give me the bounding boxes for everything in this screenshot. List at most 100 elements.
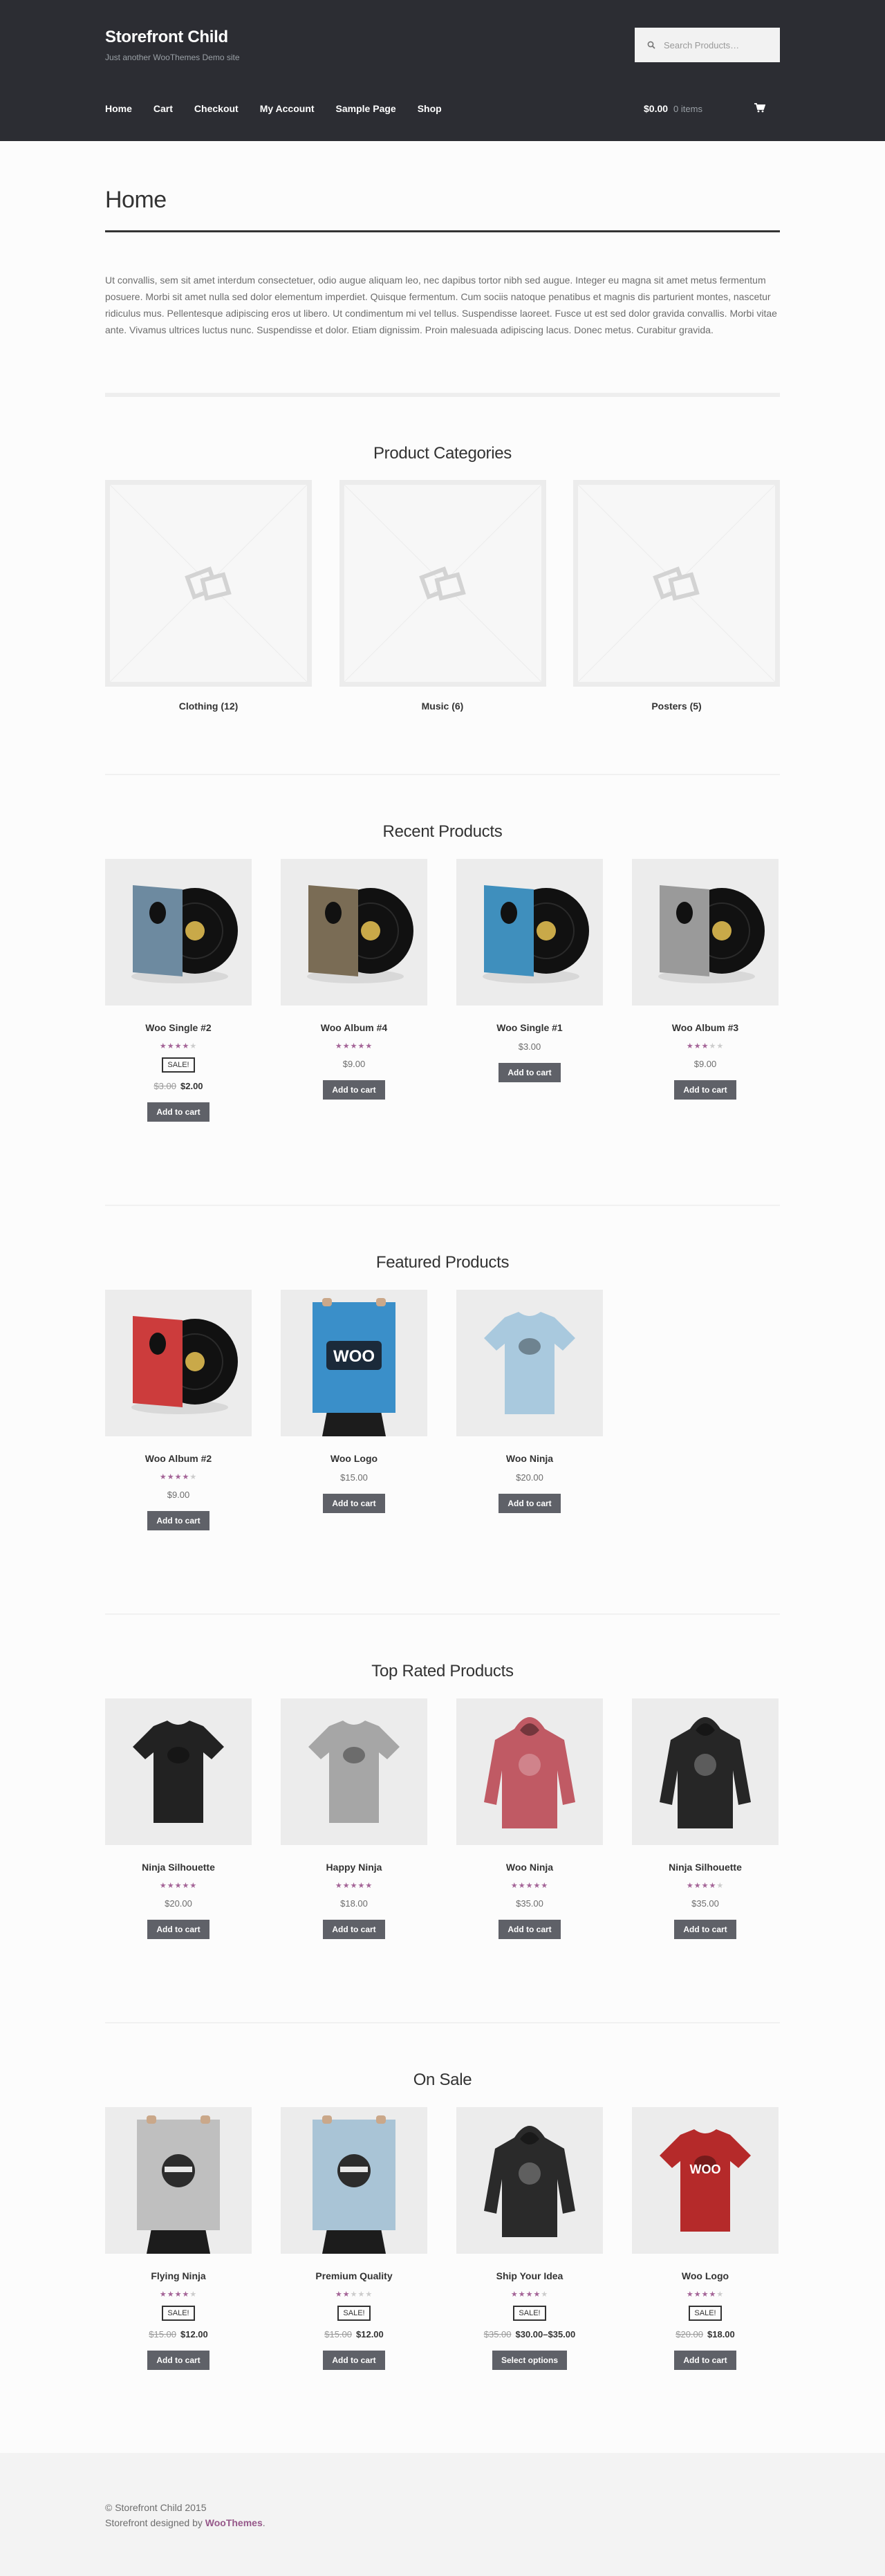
add-to-cart-button[interactable]: Add to cart bbox=[499, 1494, 561, 1513]
product-name[interactable]: Ninja Silhouette bbox=[632, 1862, 779, 1873]
cart-count[interactable]: 0 items bbox=[673, 104, 702, 114]
placeholder-image-icon bbox=[578, 485, 775, 682]
add-to-cart-button[interactable]: Add to cart bbox=[147, 1511, 209, 1530]
add-to-cart-button[interactable]: Add to cart bbox=[323, 2351, 385, 2370]
select-options-button[interactable]: Select options bbox=[492, 2351, 567, 2370]
nav-item-cart[interactable]: Cart bbox=[153, 103, 173, 114]
category-posters[interactable]: Posters (5) bbox=[573, 480, 780, 712]
add-to-cart-button[interactable]: Add to cart bbox=[499, 1063, 561, 1082]
star-icon: ★ bbox=[167, 1042, 175, 1050]
star-icon: ★ bbox=[357, 1882, 366, 1890]
product-image[interactable] bbox=[281, 2107, 427, 2254]
product-image[interactable] bbox=[632, 859, 779, 1006]
current-price: $15.00 bbox=[340, 1472, 368, 1483]
star-rating: ★★★★★ bbox=[105, 1472, 252, 1481]
star-icon: ★ bbox=[533, 2290, 541, 2299]
product-image[interactable] bbox=[456, 1698, 603, 1845]
nav-item-my-account[interactable]: My Account bbox=[260, 103, 315, 114]
footer-designer-link[interactable]: WooThemes bbox=[205, 2517, 263, 2528]
current-price: $20.00 bbox=[165, 1898, 192, 1909]
product-card: Ninja Silhouette ★★★★★ $35.00 Add to cart bbox=[632, 1698, 779, 1939]
product-name[interactable]: Woo Album #2 bbox=[105, 1453, 252, 1464]
product-name[interactable]: Happy Ninja bbox=[281, 1862, 427, 1873]
cart-icon[interactable] bbox=[754, 103, 765, 113]
product-name[interactable]: Woo Logo bbox=[281, 1453, 427, 1464]
add-to-cart-button[interactable]: Add to cart bbox=[323, 1920, 385, 1939]
nav-item-sample-page[interactable]: Sample Page bbox=[336, 103, 396, 114]
add-to-cart-button[interactable]: Add to cart bbox=[323, 1080, 385, 1100]
category-name[interactable]: Clothing (12) bbox=[105, 701, 312, 712]
product-price: $35.00 bbox=[632, 1898, 779, 1909]
star-icon: ★ bbox=[686, 1042, 694, 1050]
product-image[interactable] bbox=[456, 859, 603, 1006]
star-icon: ★ bbox=[167, 1882, 175, 1890]
poster-image-icon bbox=[105, 2107, 252, 2254]
current-price: $35.00 bbox=[691, 1898, 719, 1909]
product-image[interactable] bbox=[105, 859, 252, 1006]
cart-amount[interactable]: $0.00 bbox=[644, 103, 668, 114]
vinyl-record-icon bbox=[281, 859, 427, 1006]
category-music[interactable]: Music (6) bbox=[339, 480, 546, 712]
category-image[interactable] bbox=[105, 480, 312, 687]
placeholder-image-icon bbox=[110, 485, 307, 682]
star-icon: ★ bbox=[174, 2290, 183, 2299]
add-to-cart-button[interactable]: Add to cart bbox=[147, 1102, 209, 1122]
product-name[interactable]: Ship Your Idea bbox=[456, 2270, 603, 2281]
old-price: $35.00 bbox=[483, 2329, 512, 2339]
product-card: Woo Single #1 $3.00 Add to cart bbox=[456, 859, 603, 1122]
product-name[interactable]: Woo Album #4 bbox=[281, 1022, 427, 1033]
current-price: $12.00 bbox=[180, 2329, 208, 2339]
category-grid: Clothing (12) Music (6) Posters (5) bbox=[105, 480, 780, 712]
nav-item-home[interactable]: Home bbox=[105, 103, 132, 114]
product-name[interactable]: Woo Single #1 bbox=[456, 1022, 603, 1033]
product-name[interactable]: Woo Ninja bbox=[456, 1862, 603, 1873]
site-title[interactable]: Storefront Child bbox=[105, 28, 240, 47]
product-name[interactable]: Premium Quality bbox=[281, 2270, 427, 2281]
product-image[interactable] bbox=[105, 1290, 252, 1436]
product-price: $35.00 $30.00–$35.00 bbox=[456, 2329, 603, 2339]
product-image[interactable]: WOO bbox=[632, 2107, 779, 2254]
section-title: Product Categories bbox=[373, 444, 512, 463]
star-rating: ★★★★★ bbox=[105, 1881, 252, 1890]
product-name[interactable]: Flying Ninja bbox=[105, 2270, 252, 2281]
intro-divider bbox=[105, 393, 780, 397]
category-image[interactable] bbox=[339, 480, 546, 687]
sale-badge: SALE! bbox=[162, 2306, 195, 2321]
footer-copyright: © Storefront Child 2015 bbox=[105, 2502, 207, 2513]
add-to-cart-button[interactable]: Add to cart bbox=[674, 1920, 736, 1939]
product-name[interactable]: Woo Album #3 bbox=[632, 1022, 779, 1033]
product-image[interactable] bbox=[456, 2107, 603, 2254]
product-image[interactable] bbox=[281, 1698, 427, 1845]
category-name[interactable]: Music (6) bbox=[339, 701, 546, 712]
product-image[interactable] bbox=[456, 1290, 603, 1436]
category-clothing[interactable]: Clothing (12) bbox=[105, 480, 312, 712]
category-name[interactable]: Posters (5) bbox=[573, 701, 780, 712]
add-to-cart-button[interactable]: Add to cart bbox=[147, 1920, 209, 1939]
add-to-cart-button[interactable]: Add to cart bbox=[499, 1920, 561, 1939]
product-image[interactable] bbox=[632, 1698, 779, 1845]
add-to-cart-button[interactable]: Add to cart bbox=[674, 1080, 736, 1100]
tshirt-image-icon bbox=[281, 1698, 427, 1845]
nav-item-shop[interactable]: Shop bbox=[418, 103, 442, 114]
product-image[interactable] bbox=[105, 1698, 252, 1845]
category-image[interactable] bbox=[573, 480, 780, 687]
current-price: $18.00 bbox=[340, 1898, 368, 1909]
add-to-cart-button[interactable]: Add to cart bbox=[323, 1494, 385, 1513]
footer-credit: Storefront designed by WooThemes. bbox=[105, 2515, 780, 2530]
hoodie-image-icon bbox=[456, 1698, 603, 1845]
nav-item-checkout[interactable]: Checkout bbox=[194, 103, 239, 114]
product-name[interactable]: Ninja Silhouette bbox=[105, 1862, 252, 1873]
add-to-cart-button[interactable]: Add to cart bbox=[674, 2351, 736, 2370]
product-name[interactable]: Woo Ninja bbox=[456, 1453, 603, 1464]
search-input[interactable] bbox=[664, 39, 767, 50]
product-image[interactable] bbox=[281, 859, 427, 1006]
add-to-cart-button[interactable]: Add to cart bbox=[147, 2351, 209, 2370]
product-image[interactable]: WOO bbox=[281, 1290, 427, 1436]
product-name[interactable]: Woo Single #2 bbox=[105, 1022, 252, 1033]
product-price: $35.00 bbox=[456, 1898, 603, 1909]
header-cart[interactable]: $0.00 0 items bbox=[644, 103, 782, 114]
star-icon: ★ bbox=[518, 1882, 526, 1890]
product-name[interactable]: Woo Logo bbox=[632, 2270, 779, 2281]
sale-badge: SALE! bbox=[162, 1057, 195, 1073]
product-image[interactable] bbox=[105, 2107, 252, 2254]
